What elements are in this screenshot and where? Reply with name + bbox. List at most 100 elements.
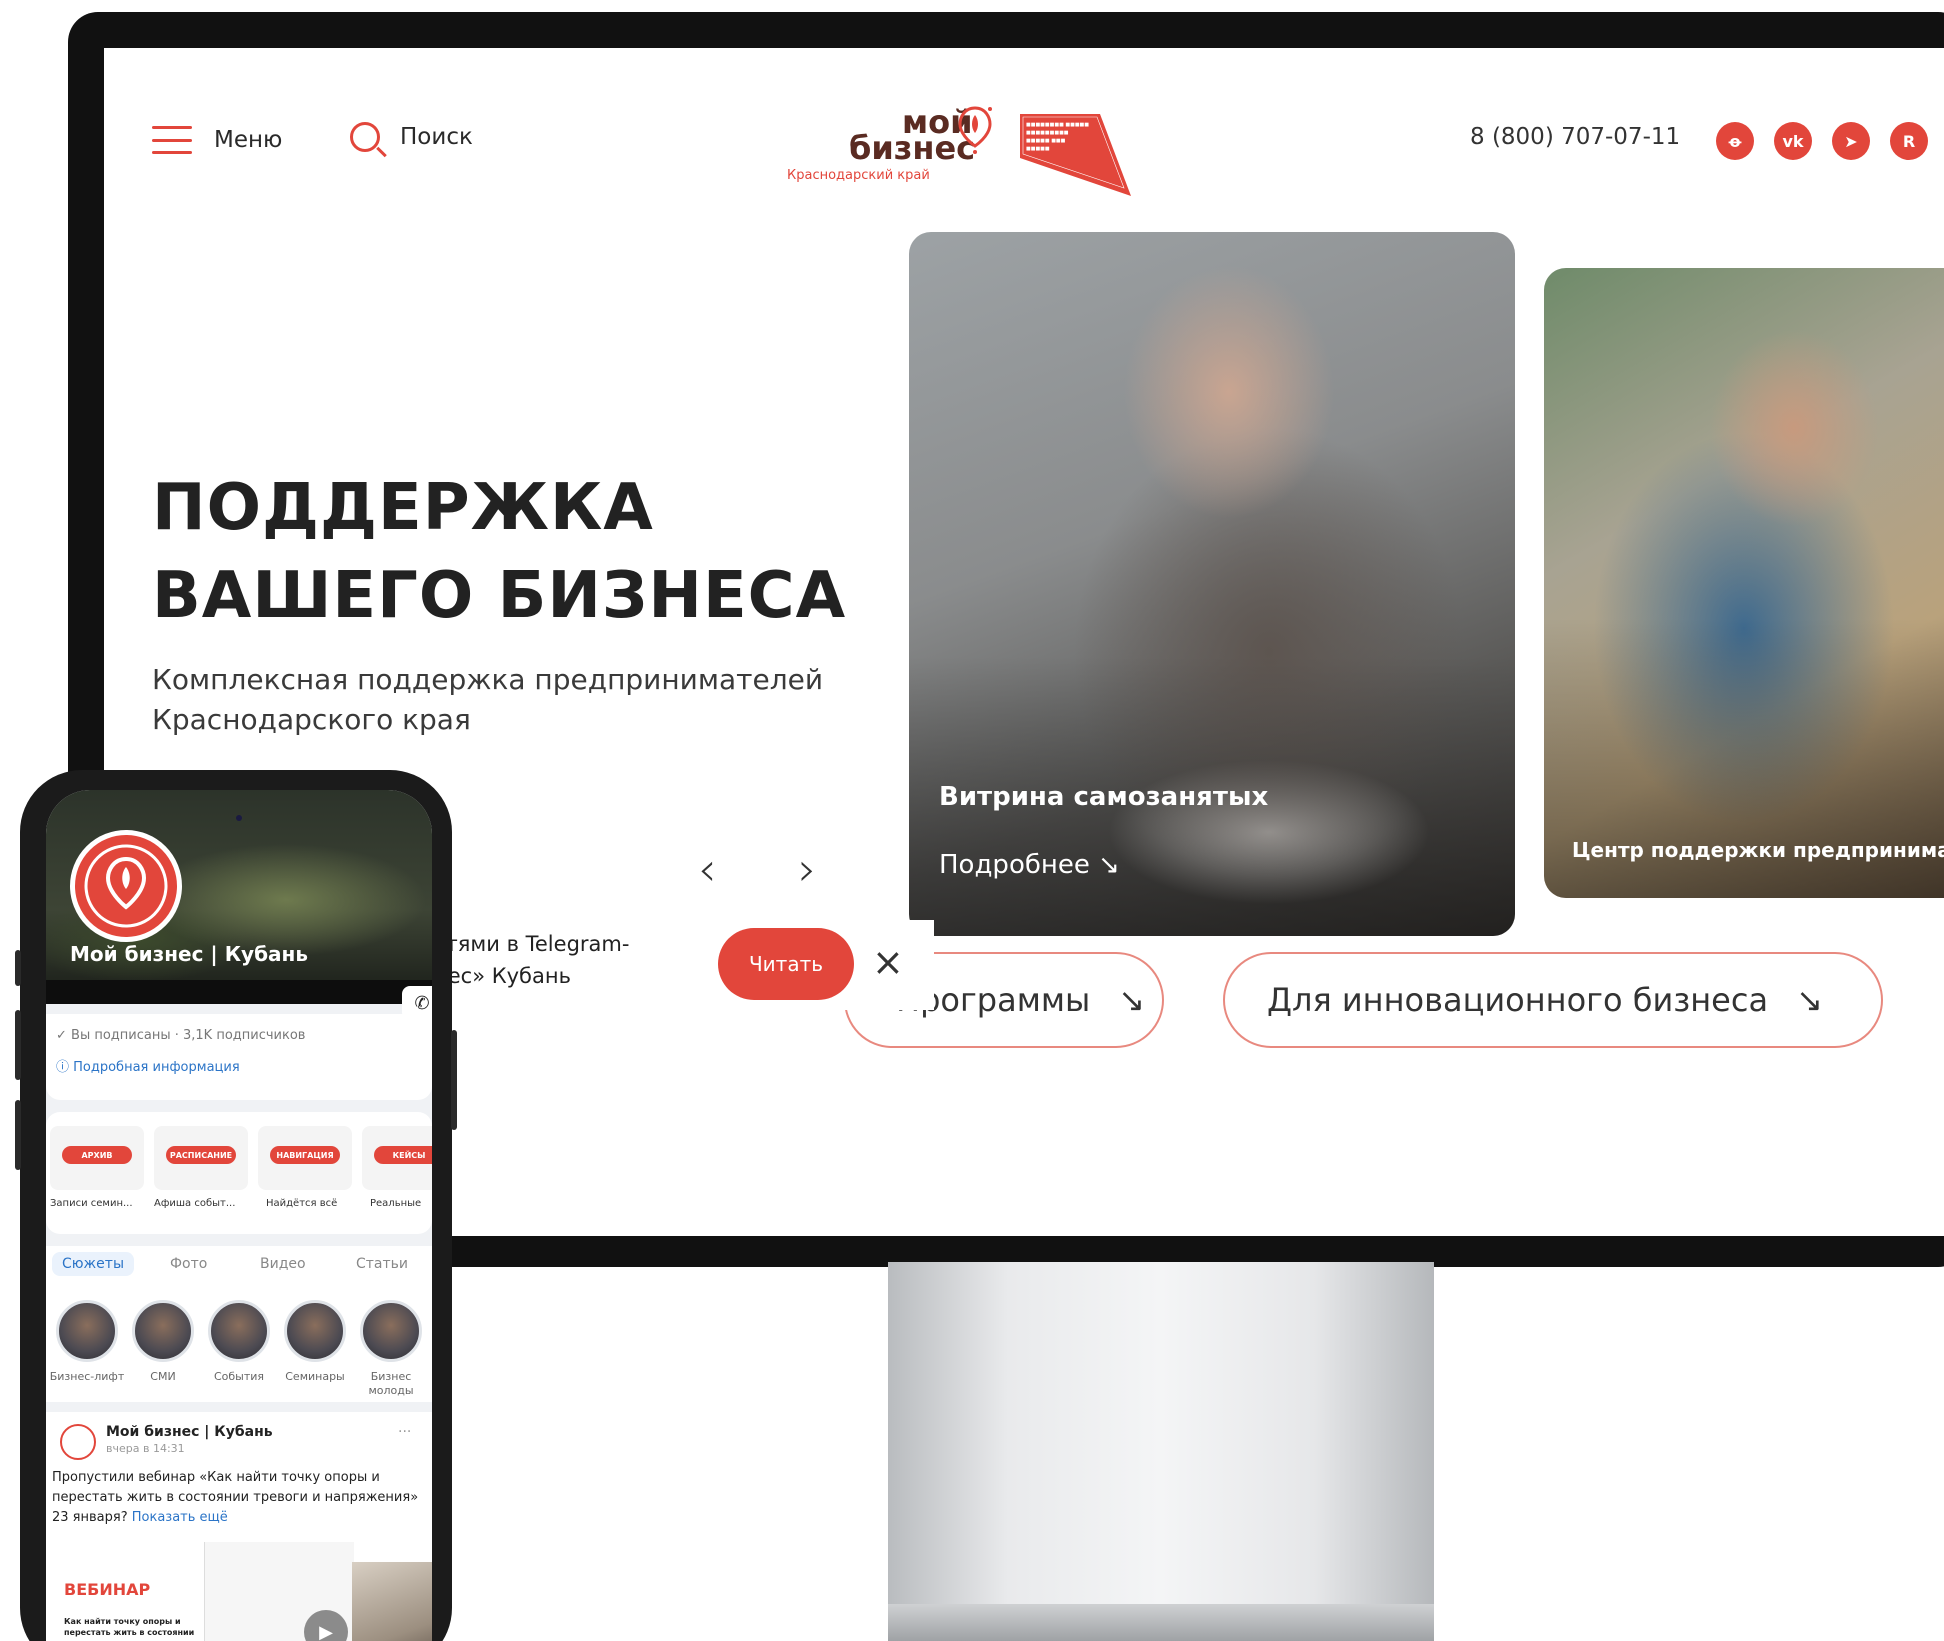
category-card[interactable]: РАСПИСАНИЕ bbox=[154, 1126, 248, 1190]
arrow-down-right-icon: ↘ bbox=[1796, 981, 1823, 1019]
svg-text:■■■■■ ■■■: ■■■■■ ■■■ bbox=[1026, 138, 1066, 144]
group-avatar[interactable] bbox=[70, 830, 182, 942]
telegram-popup-line2: нес» Кубань bbox=[434, 964, 571, 988]
story-caption: Бизнес молоды bbox=[368, 1370, 414, 1397]
group-info-panel: ✓ Вы подписаны · 3,1K подписчиков ⓘ Подр… bbox=[46, 1014, 432, 1100]
site-logo[interactable]: мой бизнес Краснодарский край ■■■■■■■■ ■… bbox=[787, 106, 1167, 206]
national-projects-logo: ■■■■■■■■ ■■■■■ ■■■■■■■■■ ■■■■■ ■■■ ■■■■■ bbox=[1020, 114, 1131, 196]
category-tag: АРХИВ bbox=[62, 1146, 132, 1164]
wall-post: Мой бизнес | Кубань вчера в 14:31 ··· Пр… bbox=[46, 1412, 432, 1641]
cover-strip bbox=[46, 980, 432, 1004]
front-camera-icon bbox=[236, 815, 242, 821]
slider-next-button[interactable]: › bbox=[798, 846, 816, 892]
social-links: ꝋ vk ➤ R bbox=[1716, 122, 1928, 160]
phone-side-button bbox=[15, 1010, 21, 1080]
webinar-title: ВЕБИНАР bbox=[64, 1580, 151, 1599]
close-icon[interactable]: × bbox=[872, 940, 904, 984]
category-caption: Афиша событ... bbox=[154, 1198, 236, 1209]
telegram-popup: стями в Telegram- нес» Кубань Читать × bbox=[434, 920, 934, 1010]
photo-preview[interactable] bbox=[352, 1562, 432, 1641]
logo-word-biznes: бизнес bbox=[849, 129, 976, 167]
vk-icon[interactable]: vk bbox=[1774, 122, 1812, 160]
search-button[interactable]: Поиск bbox=[350, 122, 473, 152]
menu-button[interactable]: Меню bbox=[152, 126, 282, 154]
tab-stories[interactable]: Сюжеты bbox=[52, 1252, 134, 1276]
hero-subtitle: Комплексная поддержка предпринимателей К… bbox=[152, 663, 824, 736]
slider-card-support-center[interactable]: Центр поддержки предпринима bbox=[1544, 268, 1944, 898]
story-avatar[interactable] bbox=[284, 1300, 346, 1362]
phone-side-button bbox=[451, 1030, 457, 1130]
card-more-link[interactable]: Подробнее ↘ bbox=[939, 850, 1120, 880]
category-caption: Записи семин... bbox=[50, 1198, 133, 1209]
more-info-link[interactable]: ⓘ Подробная информация bbox=[56, 1056, 240, 1075]
show-more-link[interactable]: Показать ещё bbox=[132, 1510, 228, 1525]
story-caption: События bbox=[213, 1370, 265, 1383]
subscription-status[interactable]: ✓ Вы подписаны · 3,1K подписчиков bbox=[56, 1028, 305, 1043]
svg-text:■■■■■: ■■■■■ bbox=[1026, 146, 1050, 152]
story-avatar[interactable] bbox=[132, 1300, 194, 1362]
menu-label: Меню bbox=[214, 127, 283, 153]
arrow-down-right-icon: ↘ bbox=[1118, 981, 1146, 1019]
phone-side-button bbox=[15, 950, 21, 986]
story-caption: Семинары bbox=[285, 1370, 345, 1383]
hotline-phone[interactable]: 8 (800) 707-07-11 bbox=[1470, 124, 1680, 150]
hero-title-line2: ВАШЕГО БИЗНЕСА bbox=[152, 559, 847, 633]
phone-side-button bbox=[15, 1100, 21, 1170]
hero-title-line1: ПОДДЕРЖКА bbox=[152, 471, 654, 545]
vk-group-screen: Мой бизнес | Кубань ✆ ✓ Вы подписаны · 3… bbox=[46, 790, 432, 1641]
category-caption: Найдётся всё bbox=[266, 1198, 338, 1209]
stories-row: Бизнес-лифт СМИ События Семинары Бизнес … bbox=[46, 1290, 432, 1402]
webinar-preview[interactable]: ВЕБИНАР Как найти точку опоры и перестат… bbox=[52, 1542, 202, 1641]
search-icon bbox=[350, 122, 380, 152]
telegram-popup-line1: стями в Telegram- bbox=[434, 932, 630, 956]
monitor-stand bbox=[888, 1262, 1434, 1641]
category-card[interactable]: НАВИГАЦИЯ bbox=[258, 1126, 352, 1190]
story-avatar[interactable] bbox=[208, 1300, 270, 1362]
card-title: Витрина самозанятых bbox=[939, 782, 1269, 812]
story-caption: Бизнес-лифт bbox=[49, 1370, 125, 1383]
category-card[interactable]: АРХИВ bbox=[50, 1126, 144, 1190]
category-card[interactable]: КЕЙСЫ bbox=[362, 1126, 432, 1190]
slider-prev-button[interactable]: ‹ bbox=[698, 846, 716, 892]
tab-photo[interactable]: Фото bbox=[170, 1256, 207, 1272]
rocket-pin-icon bbox=[958, 106, 992, 154]
hero-title: ПОДДЕРЖКА ВАШЕГО БИЗНЕСА bbox=[152, 464, 846, 640]
group-name: Мой бизнес | Кубань bbox=[70, 942, 308, 966]
burger-icon bbox=[152, 126, 192, 154]
card-title: Центр поддержки предпринима bbox=[1572, 838, 1944, 862]
category-tag: РАСПИСАНИЕ bbox=[166, 1146, 236, 1164]
webinar-subtitle: Как найти точку опоры и перестать жить в… bbox=[64, 1617, 195, 1641]
category-caption: Реальные bbox=[370, 1198, 422, 1209]
group-categories: АРХИВ Записи семин... РАСПИСАНИЕ Афиша с… bbox=[46, 1112, 432, 1234]
ok-icon[interactable]: ꝋ bbox=[1716, 122, 1754, 160]
post-author[interactable]: Мой бизнес | Кубань bbox=[106, 1424, 273, 1440]
tab-video[interactable]: Видео bbox=[260, 1256, 306, 1272]
read-button[interactable]: Читать bbox=[718, 928, 854, 1000]
smartphone-frame: Мой бизнес | Кубань ✆ ✓ Вы подписаны · 3… bbox=[15, 770, 457, 1641]
promo-stage: Меню Поиск мой бизнес Краснодарский край bbox=[0, 0, 1944, 1641]
category-tag: КЕЙСЫ bbox=[374, 1146, 432, 1164]
monitor-stand-base bbox=[888, 1604, 1434, 1641]
svg-text:■■■■■■■■ ■■■■■: ■■■■■■■■ ■■■■■ bbox=[1026, 122, 1089, 128]
search-label: Поиск bbox=[400, 124, 473, 150]
logo-region: Краснодарский край bbox=[787, 168, 930, 183]
rocket-logo-icon bbox=[84, 844, 168, 928]
category-tag: НАВИГАЦИЯ bbox=[270, 1146, 340, 1164]
telegram-popup-text: стями в Telegram- нес» Кубань bbox=[434, 928, 664, 992]
post-time: вчера в 14:31 bbox=[106, 1442, 185, 1455]
post-author-avatar[interactable] bbox=[60, 1424, 96, 1460]
svg-text:■■■■■■■■■: ■■■■■■■■■ bbox=[1026, 130, 1069, 136]
post-menu-icon[interactable]: ··· bbox=[398, 1424, 411, 1440]
slider-card-self-employed[interactable]: Витрина самозанятых Подробнее ↘ bbox=[909, 232, 1515, 936]
rutube-icon[interactable]: R bbox=[1890, 122, 1928, 160]
story-avatar[interactable] bbox=[56, 1300, 118, 1362]
post-text: Пропустили вебинар «Как найти точку опор… bbox=[52, 1468, 422, 1528]
telegram-icon[interactable]: ➤ bbox=[1832, 122, 1870, 160]
tab-articles[interactable]: Статьи bbox=[356, 1256, 408, 1272]
post-body: Пропустили вебинар «Как найти точку опор… bbox=[52, 1470, 419, 1525]
innovation-business-button[interactable]: Для инновационного бизнеса ↘ bbox=[1223, 952, 1883, 1048]
pill-label: Для инновационного бизнеса bbox=[1267, 981, 1769, 1019]
story-caption: СМИ bbox=[150, 1370, 176, 1383]
story-avatar[interactable] bbox=[360, 1300, 422, 1362]
content-tabs: Сюжеты Фото Видео Статьи bbox=[46, 1246, 432, 1292]
